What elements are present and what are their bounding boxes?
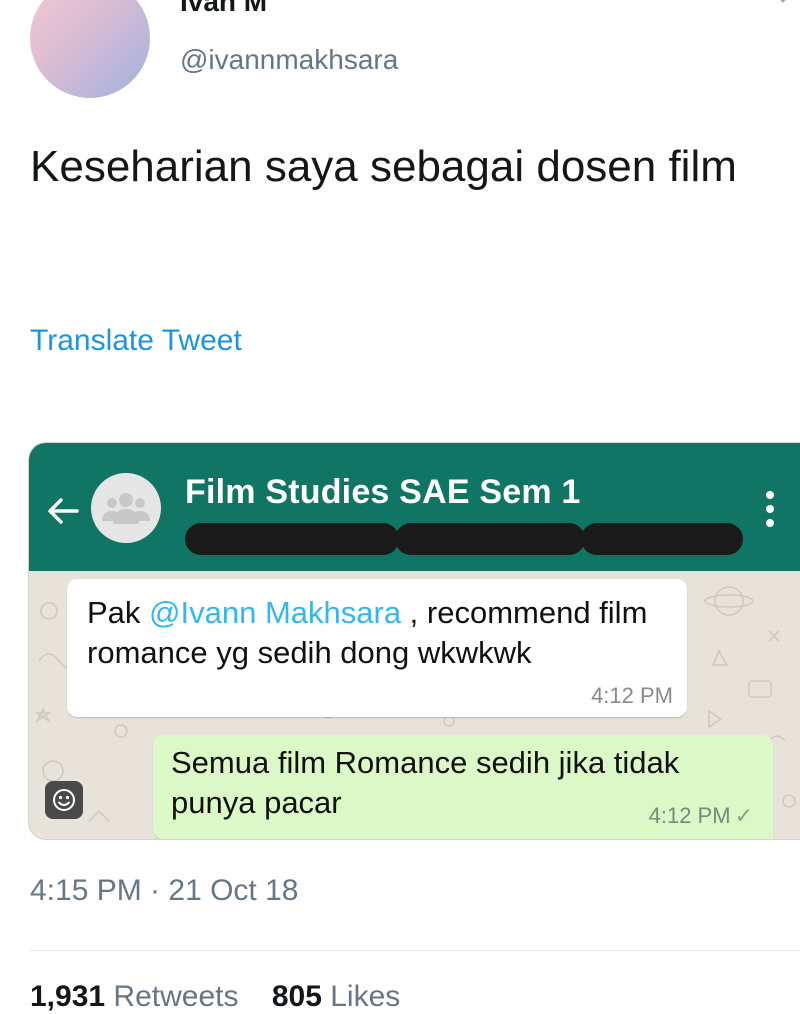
tweet-timestamp[interactable]: 4:15 PM · 21 Oct 18 <box>30 874 298 908</box>
retweets-label: Retweets <box>113 980 239 1013</box>
emoji-icon <box>45 781 83 819</box>
arrow-left-icon <box>48 498 79 524</box>
likes-stat[interactable]: 805 Likes <box>272 980 400 1013</box>
outgoing-message-time: 4:12 PM ✓ <box>648 803 753 828</box>
incoming-message-text: Pak @Ivann Makhsara , recommend film rom… <box>87 595 648 670</box>
check-icon: ✓ <box>734 803 753 828</box>
incoming-message[interactable]: Pak @Ivann Makhsara , recommend film rom… <box>67 579 687 717</box>
tweet-stats: 1,931 Retweets 805 Likes <box>30 980 400 1014</box>
redacted-participants-3 <box>581 523 743 555</box>
mention-link: @Ivann Makhsara <box>149 595 402 630</box>
redacted-participants-2 <box>395 523 585 555</box>
chevron-down-icon[interactable] <box>772 0 794 8</box>
group-avatar-icon <box>91 473 161 543</box>
retweets-count: 1,931 <box>30 980 106 1013</box>
incoming-message-time: 4:12 PM <box>591 683 673 708</box>
chat-header: Film Studies SAE Sem 1 <box>29 443 800 571</box>
tweet-text: Keseharian saya sebagai dosen film <box>30 142 737 191</box>
likes-label: Likes <box>330 980 401 1013</box>
author-avatar[interactable] <box>30 0 150 98</box>
more-vertical-icon <box>765 491 775 531</box>
group-title: Film Studies SAE Sem 1 <box>185 473 581 511</box>
divider <box>30 950 800 951</box>
author-name[interactable]: Ivan M <box>180 0 267 18</box>
redacted-participants-1 <box>185 523 399 555</box>
author-handle[interactable]: @ivannmakhsara <box>180 44 398 76</box>
translate-tweet-link[interactable]: Translate Tweet <box>30 324 242 358</box>
attached-image[interactable]: Film Studies SAE Sem 1 Pak @Ivann Makhsa… <box>28 442 800 840</box>
likes-count: 805 <box>271 980 322 1013</box>
outgoing-message[interactable]: Semua film Romance sedih jika tidak puny… <box>153 735 773 839</box>
retweets-stat[interactable]: 1,931 Retweets <box>30 980 238 1013</box>
